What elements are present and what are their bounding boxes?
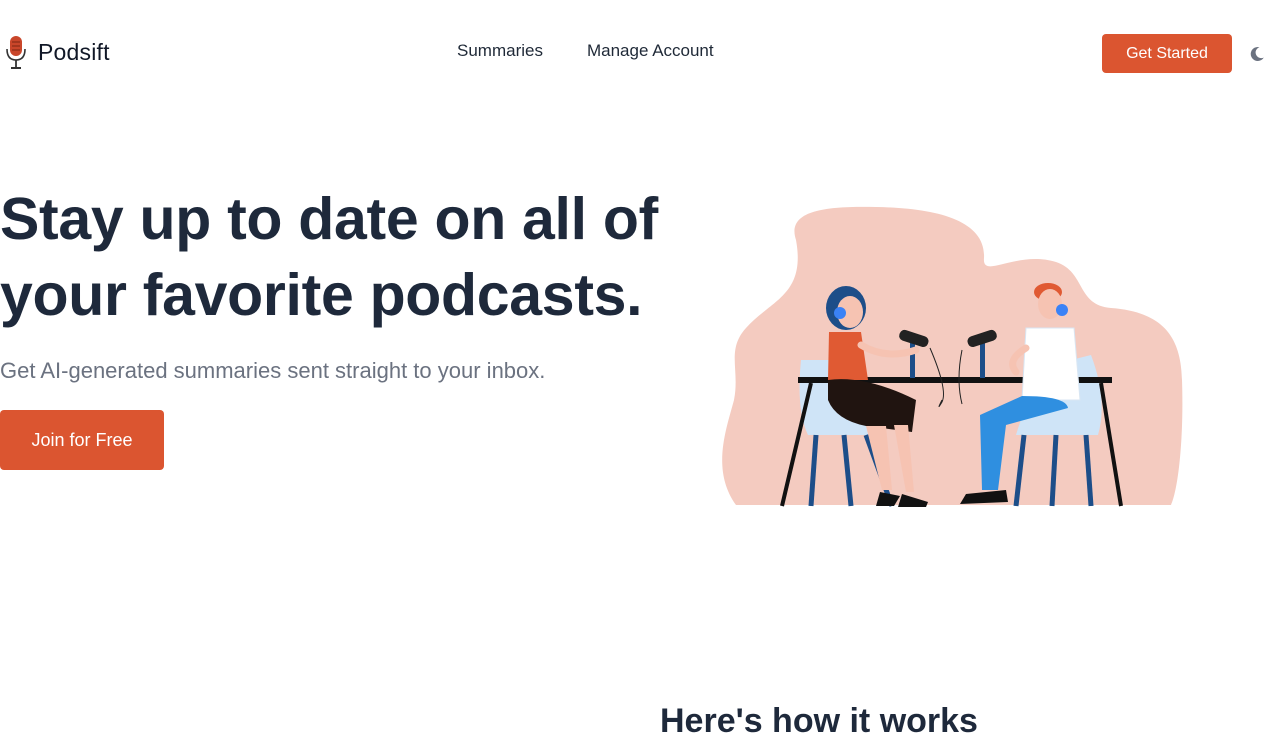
- nav-summaries[interactable]: Summaries: [457, 41, 543, 61]
- podcast-hosts-illustration: [722, 206, 1183, 507]
- nav-manage-account[interactable]: Manage Account: [587, 41, 714, 61]
- site-header: Podsift Summaries Manage Account Get Sta…: [0, 0, 1280, 104]
- brand-name: Podsift: [38, 38, 110, 65]
- moon-icon[interactable]: [1248, 45, 1266, 63]
- logo[interactable]: Podsift: [4, 34, 110, 70]
- hero-title: Stay up to date on all of your favorite …: [0, 186, 658, 328]
- main-nav: Summaries Manage Account: [457, 41, 714, 61]
- get-started-button[interactable]: Get Started: [1102, 34, 1232, 73]
- hero-subtitle: Get AI-generated summaries sent straight…: [0, 358, 546, 383]
- how-it-works-heading: Here's how it works: [660, 702, 978, 740]
- microphone-icon: [6, 36, 26, 69]
- join-for-free-button[interactable]: Join for Free: [0, 410, 164, 470]
